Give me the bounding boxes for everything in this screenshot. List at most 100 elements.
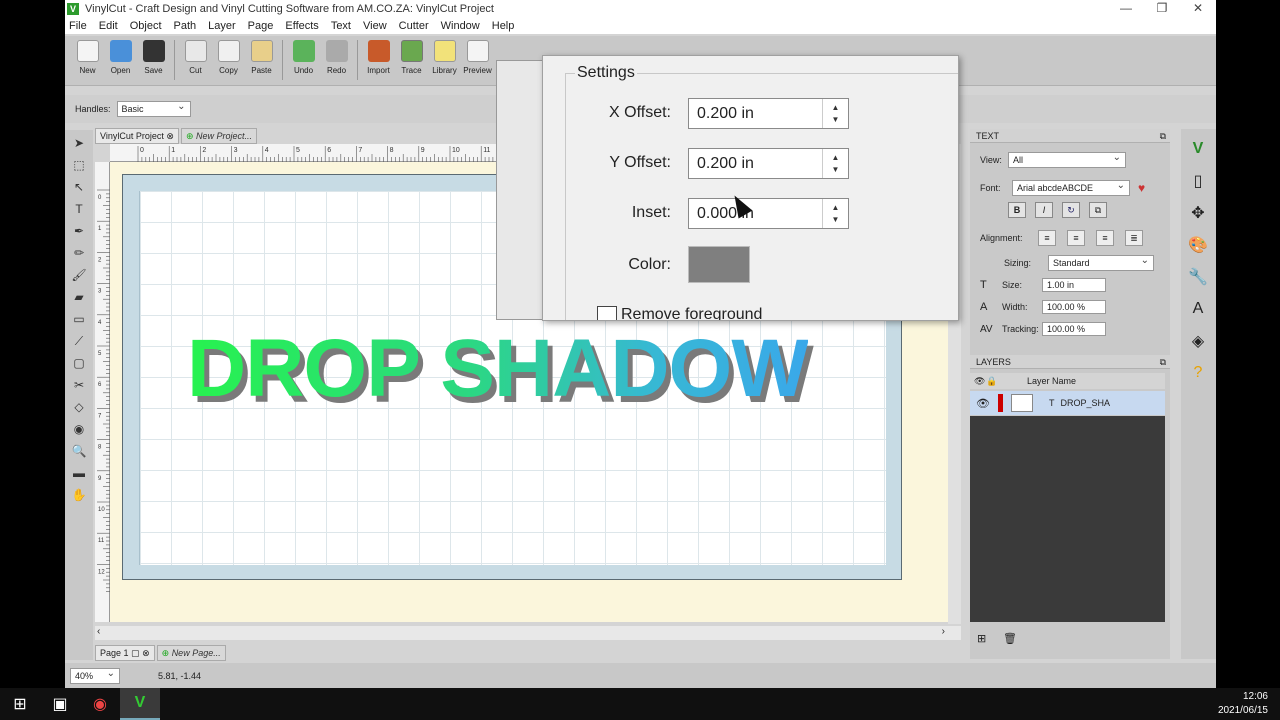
layer-name[interactable]: DROP_SHA: [1060, 398, 1110, 408]
text-frame-button[interactable]: ⧉: [1089, 202, 1107, 218]
open-button[interactable]: Open: [104, 36, 137, 82]
bold-button[interactable]: B: [1008, 202, 1026, 218]
width-input[interactable]: 100.00 %: [1042, 300, 1106, 314]
inset-spinner[interactable]: ▲ ▼: [822, 199, 848, 228]
menu-object[interactable]: Object: [130, 20, 162, 32]
wrench-icon[interactable]: 🔧: [1186, 265, 1210, 289]
favorite-heart-icon[interactable]: ♥: [1138, 181, 1145, 195]
align-right-icon[interactable]: ≡: [1096, 230, 1114, 246]
chrome-icon[interactable]: ◉: [80, 688, 120, 720]
tab-vinylcut-project[interactable]: VinylCut Project ⊗: [95, 128, 179, 144]
trace-button[interactable]: Trace: [395, 36, 428, 82]
y-offset-input[interactable]: 0.200 in ▲ ▼: [688, 148, 849, 179]
paste-button[interactable]: Paste: [245, 36, 278, 82]
preview-button[interactable]: Preview: [461, 36, 494, 82]
align-left-icon[interactable]: ≡: [1038, 230, 1056, 246]
transform-icon[interactable]: ◇: [70, 398, 88, 416]
tracking-input[interactable]: 100.00 %: [1042, 322, 1106, 336]
new-button[interactable]: New: [71, 36, 104, 82]
drop-shadow-text[interactable]: DROP SHADOW: [187, 328, 809, 410]
vinylcut-taskbar-icon[interactable]: V: [120, 688, 160, 720]
undo-button[interactable]: Undo: [287, 36, 320, 82]
inset-input[interactable]: 0.000 in ▲ ▼: [688, 198, 849, 229]
maximize-button[interactable]: ❐: [1144, 0, 1180, 18]
layer-color-swatch[interactable]: [997, 394, 1003, 412]
save-button[interactable]: Save: [137, 36, 170, 82]
menu-path[interactable]: Path: [174, 20, 197, 32]
import-button[interactable]: Import: [362, 36, 395, 82]
move-arrows-icon[interactable]: ✥: [1186, 201, 1210, 225]
layer-row[interactable]: 👁 T DROP_SHA: [970, 391, 1165, 415]
close-button[interactable]: ✕: [1180, 0, 1216, 18]
copy-button[interactable]: Copy: [212, 36, 245, 82]
knife-icon[interactable]: ✂: [70, 376, 88, 394]
system-clock[interactable]: 12:06 2021/06/15: [1218, 690, 1268, 718]
italic-button[interactable]: I: [1035, 202, 1053, 218]
redo-button[interactable]: Redo: [320, 36, 353, 82]
eyedropper-icon[interactable]: ⟋: [70, 332, 88, 350]
shape-icon[interactable]: ▢: [70, 354, 88, 372]
menu-window[interactable]: Window: [441, 20, 480, 32]
cut-button[interactable]: Cut: [179, 36, 212, 82]
eraser-icon[interactable]: ▰: [70, 288, 88, 306]
menu-layer[interactable]: Layer: [208, 20, 236, 32]
add-layer-icon[interactable]: ⊞: [977, 632, 986, 645]
x-offset-input[interactable]: 0.200 in ▲ ▼: [688, 98, 849, 129]
menu-effects[interactable]: Effects: [285, 20, 318, 32]
tab-new-project[interactable]: ⊕ New Project...: [180, 128, 258, 144]
minimize-button[interactable]: —: [1108, 0, 1144, 18]
y-offset-spinner[interactable]: ▲ ▼: [822, 149, 848, 178]
undock-icon[interactable]: ⧉: [1160, 129, 1166, 143]
vinylcut-logo-icon[interactable]: V: [1186, 137, 1210, 161]
x-offset-spinner[interactable]: ▲ ▼: [822, 99, 848, 128]
remove-foreground-checkbox[interactable]: [597, 306, 617, 320]
pen-tool-icon[interactable]: ✒: [70, 222, 88, 240]
layers-stack-icon[interactable]: ◈: [1186, 329, 1210, 353]
menu-view[interactable]: View: [363, 20, 387, 32]
tab-new-page[interactable]: ⊕ New Page...: [156, 645, 226, 661]
rotate-text-button[interactable]: ↻: [1062, 202, 1080, 218]
subselect-icon[interactable]: ↖: [70, 178, 88, 196]
menu-text[interactable]: Text: [331, 20, 351, 32]
color-palette-icon[interactable]: 🎨: [1186, 233, 1210, 257]
windows-start-icon[interactable]: ⊞: [0, 688, 40, 720]
text-aa-icon[interactable]: A: [1186, 297, 1210, 321]
weld-icon[interactable]: ◉: [70, 420, 88, 438]
measure-icon[interactable]: ▬: [70, 464, 88, 482]
brush-icon[interactable]: 🖌: [70, 266, 88, 284]
select-arrow-icon[interactable]: ➤: [70, 134, 88, 152]
scroll-right-icon[interactable]: ›: [942, 626, 945, 637]
align-justify-icon[interactable]: ≣: [1125, 230, 1143, 246]
view-select[interactable]: All: [1008, 151, 1126, 168]
size-input[interactable]: 1.00 in: [1042, 278, 1106, 292]
task-view-icon[interactable]: ▣: [40, 688, 80, 720]
menu-help[interactable]: Help: [492, 20, 515, 32]
help-question-icon[interactable]: ?: [1186, 361, 1210, 385]
text-tool-icon[interactable]: T: [70, 200, 88, 218]
node-edit-icon[interactable]: ⬚: [70, 156, 88, 174]
align-center-icon[interactable]: ≡: [1067, 230, 1085, 246]
menu-edit[interactable]: Edit: [99, 20, 118, 32]
tab-page-1[interactable]: Page 1 ▢ ⊗: [95, 645, 155, 661]
undock-icon[interactable]: ⧉: [1160, 355, 1166, 369]
page-icon[interactable]: ▯: [1186, 169, 1210, 193]
close-page-icon[interactable]: ⊗: [142, 645, 150, 661]
menu-cutter[interactable]: Cutter: [399, 20, 429, 32]
delete-layer-icon[interactable]: 🗑: [1003, 632, 1017, 645]
close-tab-icon[interactable]: ⊗: [166, 128, 174, 144]
zoom-select[interactable]: 40%: [70, 667, 120, 684]
horizontal-scrollbar[interactable]: ‹ ›: [95, 626, 961, 640]
hand-pan-icon[interactable]: ✋: [70, 486, 88, 504]
font-select[interactable]: Arial abcdeABCDE: [1012, 179, 1130, 196]
eye-visibility-icon[interactable]: 👁: [976, 397, 990, 410]
menu-page[interactable]: Page: [248, 20, 274, 32]
shadow-color-swatch[interactable]: [688, 246, 750, 283]
sizing-select[interactable]: Standard: [1048, 254, 1154, 271]
pencil-icon[interactable]: ✏: [70, 244, 88, 262]
zoom-icon[interactable]: 🔍: [70, 442, 88, 460]
rectangle-icon[interactable]: ▭: [70, 310, 88, 328]
menu-file[interactable]: File: [69, 20, 87, 32]
library-button[interactable]: Library: [428, 36, 461, 82]
handles-select[interactable]: Basic: [116, 100, 191, 117]
scroll-left-icon[interactable]: ‹: [97, 626, 100, 637]
